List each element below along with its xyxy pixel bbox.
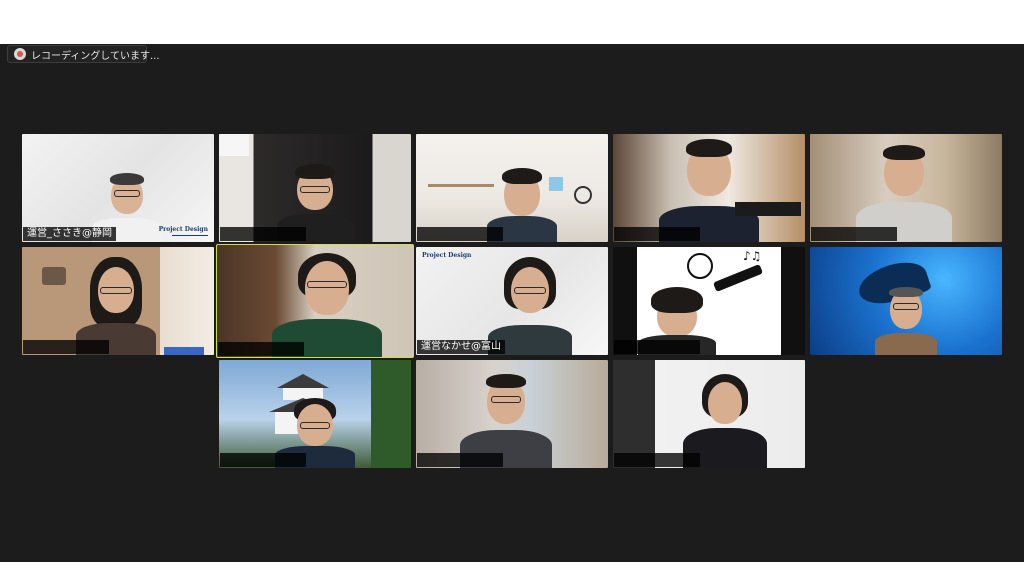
video-tile-13[interactable] xyxy=(613,360,805,468)
trumpet-icon xyxy=(712,263,764,293)
participant-video xyxy=(875,285,937,355)
participant-name-label xyxy=(23,340,109,354)
video-tile-1[interactable]: Project Design 運営_ささき@静岡 xyxy=(22,134,214,242)
music-swirl-icon xyxy=(687,253,713,279)
project-design-logo: Project Design xyxy=(422,252,472,259)
video-tile-6[interactable] xyxy=(22,247,214,355)
participant-name-label xyxy=(614,227,700,241)
participant-name-label: 運営なかせ@富山 xyxy=(417,340,505,354)
video-tile-5[interactable] xyxy=(810,134,1002,242)
recording-label: レコーディングしています... xyxy=(31,50,160,62)
video-tile-7-active-speaker[interactable] xyxy=(216,244,414,358)
blue-cushion xyxy=(164,347,204,355)
participant-name-label xyxy=(614,340,700,354)
participant-name-label xyxy=(417,227,503,241)
video-tile-4[interactable] xyxy=(613,134,805,242)
video-tile-11[interactable] xyxy=(219,360,411,468)
wall-clock xyxy=(574,186,592,204)
music-note-icon: ♪♫ xyxy=(743,249,762,263)
video-tile-3[interactable] xyxy=(416,134,608,242)
video-tile-8[interactable]: Project Design 運営なかせ@富山 xyxy=(416,247,608,355)
video-tile-9[interactable]: ♪♫ xyxy=(613,247,805,355)
recording-indicator[interactable]: レコーディングしています... xyxy=(7,45,160,63)
logo-underline xyxy=(172,235,208,236)
tree-foliage xyxy=(371,360,411,468)
participant-name-label xyxy=(614,453,700,467)
video-tile-12[interactable] xyxy=(416,360,608,468)
air-conditioner xyxy=(219,134,249,156)
meeting-gallery-view: レコーディングしています... Project Design 運営_ささき@静岡 xyxy=(0,44,1024,562)
participant-name-label xyxy=(220,453,306,467)
participant-name-label xyxy=(811,227,897,241)
recording-cloud-icon xyxy=(14,48,26,60)
participant-name-label xyxy=(220,227,306,241)
wall-hanging xyxy=(42,267,66,285)
participant-name-label xyxy=(417,453,503,467)
video-tile-10[interactable] xyxy=(810,247,1002,355)
wall-shelf xyxy=(428,184,494,187)
participant-name-label: 運営_ささき@静岡 xyxy=(23,227,116,241)
video-tile-2[interactable] xyxy=(219,134,411,242)
project-design-logo: Project Design xyxy=(158,226,208,233)
video-overlay-bar xyxy=(735,202,801,216)
participant-name-label xyxy=(218,342,304,356)
